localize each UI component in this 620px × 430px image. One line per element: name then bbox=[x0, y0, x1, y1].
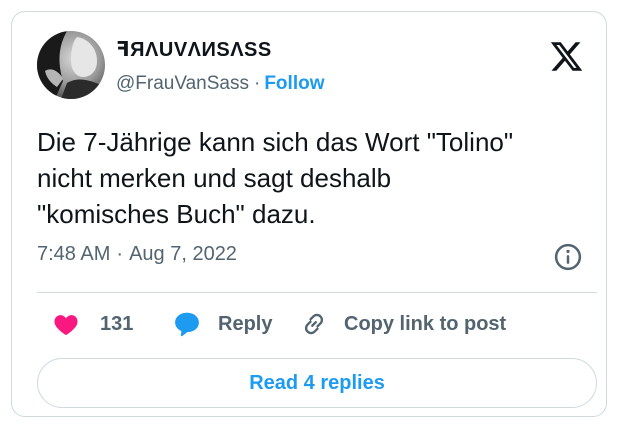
copy-link-button[interactable]: Copy link to post bbox=[300, 302, 506, 346]
copy-link-label: Copy link to post bbox=[344, 312, 507, 335]
user-handle[interactable]: @FrauVanSass bbox=[116, 73, 249, 94]
timestamp-separator: · bbox=[116, 243, 124, 265]
display-name[interactable]: ꟻЯΛUVΛИSΛSS bbox=[116, 37, 272, 62]
like-button[interactable]: 131 bbox=[52, 302, 133, 346]
reply-label: Reply bbox=[218, 312, 273, 335]
avatar[interactable] bbox=[37, 31, 105, 99]
embedded-post-card: ꟻЯΛUVΛИSΛSS @FrauVanSass · Follow Die 7-Jä… bbox=[11, 11, 607, 417]
reply-bubble-icon bbox=[175, 312, 199, 337]
reply-button[interactable]: Reply bbox=[172, 302, 272, 346]
divider bbox=[37, 292, 597, 293]
post-timestamp[interactable]: 7:48 AM · Aug 7, 2022 bbox=[37, 243, 237, 266]
read-replies-label: Read 4 replies bbox=[249, 371, 385, 394]
info-icon[interactable] bbox=[553, 242, 583, 272]
like-count: 131 bbox=[100, 312, 134, 335]
handle-row: @FrauVanSass · Follow bbox=[116, 73, 324, 95]
link-icon bbox=[304, 313, 324, 335]
post-date: Aug 7, 2022 bbox=[129, 243, 237, 265]
read-replies-button[interactable]: Read 4 replies bbox=[37, 358, 597, 408]
x-logo-icon[interactable] bbox=[549, 39, 584, 74]
heart-icon bbox=[54, 315, 78, 335]
handle-separator: · bbox=[254, 73, 261, 94]
avatar-photo bbox=[37, 31, 105, 99]
follow-button[interactable]: Follow bbox=[264, 73, 324, 94]
post-text: Die 7-Jährige kann sich das Wort "Tolino… bbox=[37, 127, 514, 229]
post-time: 7:48 AM bbox=[37, 243, 111, 265]
